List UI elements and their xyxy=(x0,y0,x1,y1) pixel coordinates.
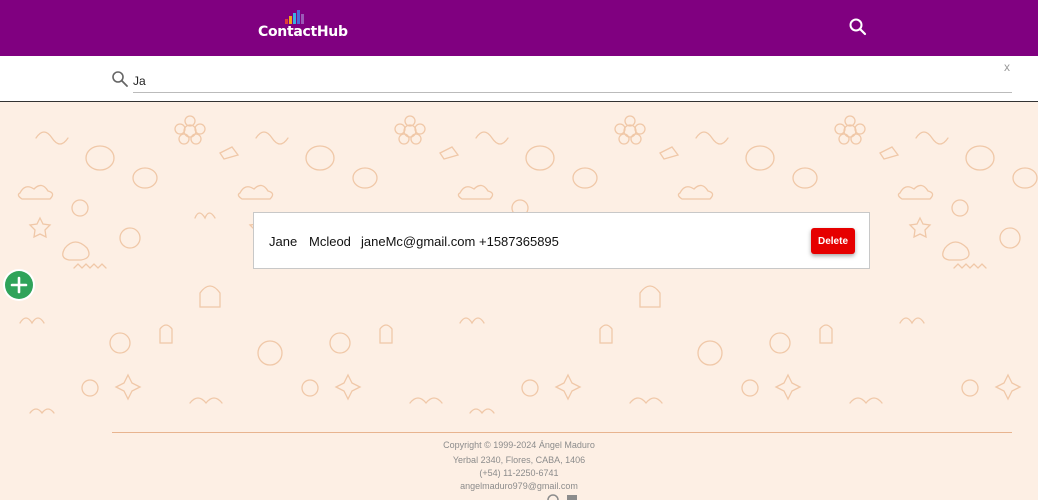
delete-contact-button[interactable]: Delete xyxy=(811,228,855,254)
footer-phone: (+54) 11-2250-6741 xyxy=(479,468,559,478)
linkedin-icon[interactable] xyxy=(566,493,578,500)
add-contact-button[interactable] xyxy=(3,269,35,301)
contact-first-name: Jane xyxy=(269,234,298,249)
contact-card: Jane Mcleod janeMc@gmail.com +1587365895… xyxy=(253,212,870,269)
search-icon[interactable] xyxy=(848,17,868,37)
logo-bars-icon xyxy=(285,10,305,24)
close-search-button[interactable]: x xyxy=(1004,60,1010,74)
app-header: ContactHub xyxy=(0,0,1038,56)
plus-icon xyxy=(5,271,33,299)
search-bar: x xyxy=(0,56,1038,102)
footer-email[interactable]: angelmaduro979@gmail.com xyxy=(0,481,1038,491)
contact-phone: +1587365895 xyxy=(479,234,559,249)
app-name: ContactHub xyxy=(258,24,348,40)
footer-copyright: Copyright © 1999-2024 Ángel Maduro xyxy=(443,440,595,450)
contact-last-name: Mcleod xyxy=(309,234,351,249)
search-input[interactable] xyxy=(133,70,1012,93)
contact-email: janeMc@gmail.com xyxy=(361,234,476,249)
app-logo[interactable]: ContactHub xyxy=(258,8,348,44)
footer-divider xyxy=(112,432,1012,433)
github-icon[interactable] xyxy=(547,493,559,500)
footer-address: Yerbal 2340, Flores, CABA, 1406 xyxy=(452,455,586,465)
search-icon xyxy=(111,70,129,88)
